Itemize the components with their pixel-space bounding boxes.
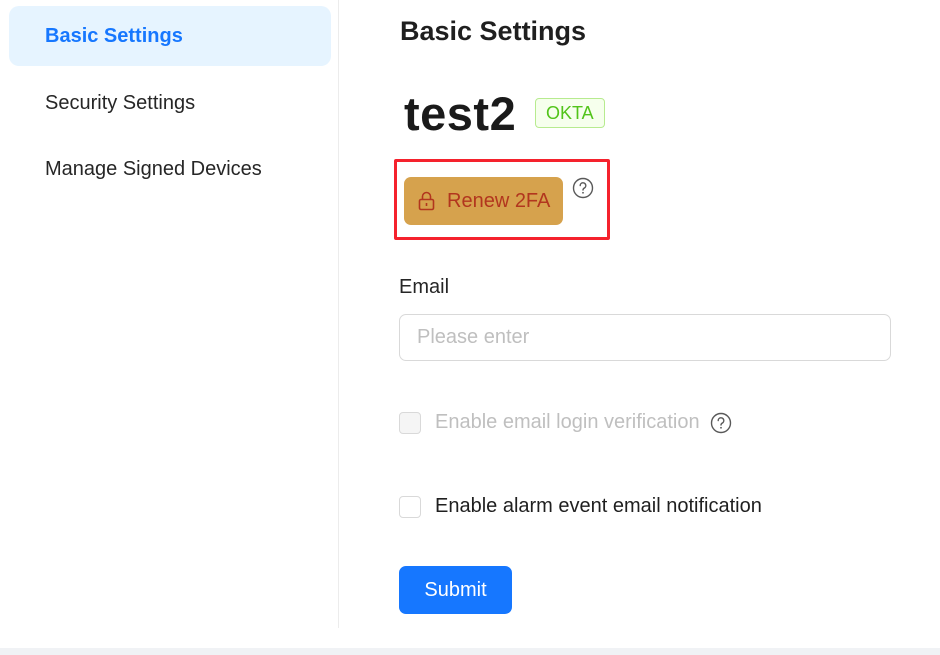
username-heading: test2 <box>404 87 517 140</box>
email-login-verification-label: Enable email login verification <box>435 411 700 433</box>
alarm-event-email-checkbox[interactable] <box>399 495 421 518</box>
sidebar-item-security-settings[interactable]: Security Settings <box>9 73 331 133</box>
renew-2fa-label: Renew 2FA <box>447 189 551 212</box>
lock-icon <box>418 191 435 211</box>
email-input[interactable] <box>399 314 891 361</box>
email-login-verification-checkbox[interactable] <box>399 411 421 434</box>
sidebar-item-label: Manage Signed Devices <box>45 157 262 180</box>
page-title: Basic Settings <box>400 16 587 46</box>
sidebar-item-label: Basic Settings <box>45 24 183 47</box>
alarm-event-email-label: Enable alarm event email notification <box>435 495 762 517</box>
renew-2fa-button[interactable]: Renew 2FA <box>404 177 563 225</box>
settings-main-panel: Basic Settings test2 OKTA Renew 2FA Emai… <box>340 0 940 648</box>
email-login-verification-option: Enable email login verification <box>399 411 732 434</box>
provider-badge: OKTA <box>535 98 605 128</box>
settings-sidebar: Basic Settings Security Settings Manage … <box>0 0 338 628</box>
sidebar-item-manage-signed-devices[interactable]: Manage Signed Devices <box>9 139 331 199</box>
sidebar-item-basic-settings[interactable]: Basic Settings <box>9 6 331 66</box>
email-label: Email <box>399 276 450 298</box>
sidebar-item-label: Security Settings <box>45 91 196 114</box>
alarm-event-email-option: Enable alarm event email notification <box>399 495 762 518</box>
question-circle-icon[interactable] <box>572 177 594 199</box>
page-footer-band <box>0 648 940 655</box>
submit-button[interactable]: Submit <box>399 566 512 614</box>
question-circle-icon[interactable] <box>710 412 732 434</box>
sidebar-divider <box>338 0 339 628</box>
